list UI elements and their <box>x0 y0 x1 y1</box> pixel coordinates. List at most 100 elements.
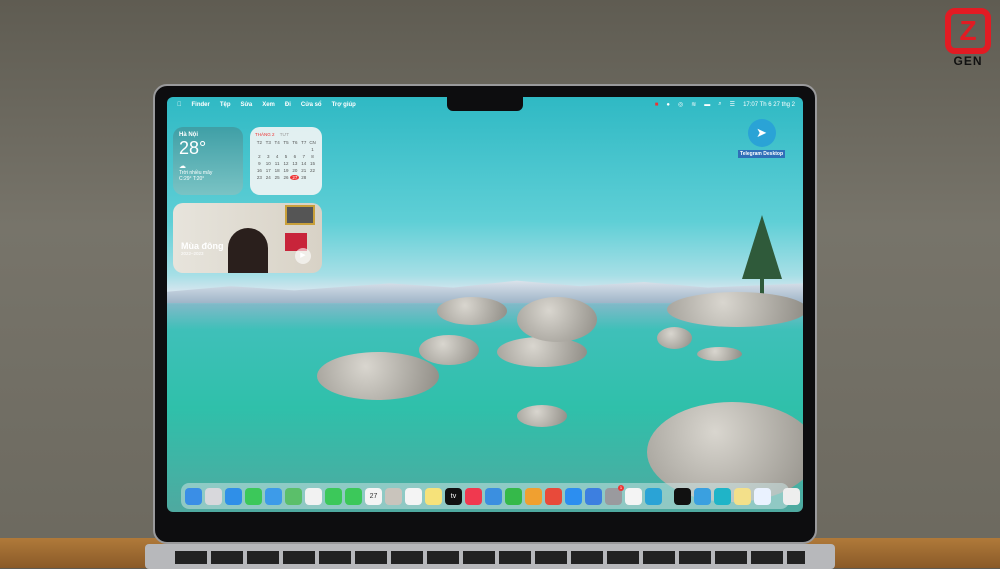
dock-messages-icon[interactable] <box>245 487 262 505</box>
dock-icon-label: tv <box>450 492 457 500</box>
dock-zalo-icon[interactable] <box>754 487 771 505</box>
dock-mail-icon[interactable] <box>265 487 282 505</box>
weekday-label: T6 <box>292 140 298 145</box>
calendar-day: 2 <box>258 154 261 159</box>
weekday-label: T5 <box>283 140 289 145</box>
dock-icon-label: 27 <box>369 492 378 500</box>
desktop-icon-label: Telegram Desktop <box>738 150 785 158</box>
menu-window[interactable]: Cửa sổ <box>301 102 322 108</box>
dock-keynote-icon[interactable] <box>485 487 502 505</box>
control-center-icon[interactable]: ☰ <box>730 101 735 108</box>
focus-icon[interactable]: ◎ <box>678 101 683 108</box>
calendar-day <box>308 175 317 180</box>
calendar-day: 10 <box>265 161 271 166</box>
battery-icon[interactable]: ▬ <box>704 102 710 108</box>
dock-tv-icon[interactable]: tv <box>445 487 462 505</box>
dock-calendar-icon[interactable]: 27 <box>365 487 382 505</box>
apple-menu-icon[interactable]:  <box>177 102 182 108</box>
dock-telegram-icon[interactable] <box>645 487 662 505</box>
camera-notch <box>447 97 523 111</box>
gen-logo-text: GEN <box>953 54 983 68</box>
weather-temp: 28° <box>179 138 207 158</box>
menu-view[interactable]: Xem <box>262 102 275 108</box>
calendar-month: THÁNG 2 <box>255 132 275 137</box>
calendar-day: 5 <box>284 154 288 159</box>
menu-help[interactable]: Trợ giúp <box>332 102 356 108</box>
play-icon[interactable]: ▶ <box>295 248 311 264</box>
dock-canva-icon[interactable] <box>714 487 731 505</box>
keyboard-keys <box>175 551 805 564</box>
photo-widget[interactable]: Mùa đông 2022–2023 ▶ <box>173 203 322 273</box>
calendar-day: 3 <box>267 154 270 159</box>
calendar-day <box>264 147 273 152</box>
calendar-day: 23 <box>256 175 262 180</box>
calendar-day: 14 <box>301 161 307 166</box>
rock <box>517 405 567 427</box>
weekday-label: T7 <box>301 140 307 145</box>
rock <box>437 297 507 325</box>
dock-system-settings-icon[interactable]: 1 <box>605 484 624 505</box>
dock-files-icon[interactable] <box>585 487 602 505</box>
calendar-day: 13 <box>292 161 298 166</box>
dock-document-icon[interactable] <box>783 487 800 505</box>
dock-app2-icon[interactable] <box>734 487 751 505</box>
recording-icon[interactable]: ■ <box>655 102 659 108</box>
dock-safari-icon[interactable] <box>225 487 242 505</box>
weather-range: C:29° T:20° <box>179 176 205 182</box>
dock-launchpad-icon[interactable] <box>205 487 222 505</box>
dock: 27 tv 1 <box>181 483 800 509</box>
dock-app-store-icon[interactable] <box>565 487 582 505</box>
rock <box>667 292 803 327</box>
clock[interactable]: 17:07 Th 6 27 thg 2 <box>743 102 795 108</box>
gen-logo: Z GEN <box>945 8 991 68</box>
dock-chrome-icon[interactable] <box>625 487 642 505</box>
photo-title: Mùa đông <box>181 241 224 251</box>
dock-numbers-icon[interactable] <box>505 487 522 505</box>
menu-go[interactable]: Đi <box>285 102 291 108</box>
weekday-label: CN <box>309 140 316 145</box>
dock-maps-icon[interactable] <box>285 487 302 505</box>
calendar-day: 7 <box>302 154 305 159</box>
calendar-day <box>273 147 282 152</box>
dock-contacts-icon[interactable] <box>385 487 402 505</box>
calendar-widget[interactable]: THÁNG 2 TƯT T2 T3 T4 T5 T6 T7 CN 1 2 3 4 5 6 7 8 9 10 11 1… <box>250 127 322 195</box>
weather-widget[interactable]: Hà Nội 28° ☁ Trời nhiều mây C:29° T:20° <box>173 127 243 195</box>
calendar-day: 1 <box>311 147 314 152</box>
calendar-day: 24 <box>265 175 271 180</box>
rock <box>697 347 742 361</box>
menu-file[interactable]: Tệp <box>220 102 231 108</box>
dock-pages-icon[interactable] <box>525 487 542 505</box>
wifi-icon[interactable]: ≋ <box>691 101 696 108</box>
desktop:  Finder Tệp Sửa Xem Đi Cửa sổ Trợ giúp … <box>167 97 803 512</box>
dock-phone-icon[interactable] <box>345 487 362 505</box>
dock-terminal-icon[interactable] <box>674 487 691 505</box>
menu-finder[interactable]: Finder <box>192 102 210 108</box>
calendar-day: 27 <box>290 175 300 180</box>
dock-reminders-icon[interactable] <box>405 487 422 505</box>
desktop-icon-telegram[interactable]: ➤ Telegram Desktop <box>738 119 785 158</box>
rock <box>419 335 479 365</box>
cloud-icon: ☁ <box>179 163 186 170</box>
picture-frame <box>285 205 315 225</box>
dock-notes-icon[interactable] <box>425 487 442 505</box>
calendar-day: 8 <box>311 154 314 159</box>
gen-logo-mark: Z <box>945 8 991 54</box>
dock-finder-icon[interactable] <box>185 487 202 505</box>
search-icon[interactable]: ⌕ <box>718 101 721 108</box>
vpn-icon[interactable]: ● <box>666 102 670 108</box>
menu-edit[interactable]: Sửa <box>241 102 253 108</box>
rock <box>497 337 587 367</box>
calendar-day <box>299 147 308 152</box>
dock-rocket-icon[interactable] <box>545 487 562 505</box>
calendar-day: 15 <box>310 161 316 166</box>
calendar-day: 22 <box>310 168 316 173</box>
calendar-day: 4 <box>275 154 279 159</box>
rock <box>657 327 692 349</box>
dock-facetime-icon[interactable] <box>325 487 342 505</box>
calendar-day: 17 <box>265 168 271 173</box>
calendar-day: 25 <box>274 175 280 180</box>
dock-music-icon[interactable] <box>465 487 482 505</box>
dock-app-icon[interactable] <box>694 487 711 505</box>
weekday-label: T3 <box>265 140 271 145</box>
dock-photos-icon[interactable] <box>305 487 322 505</box>
